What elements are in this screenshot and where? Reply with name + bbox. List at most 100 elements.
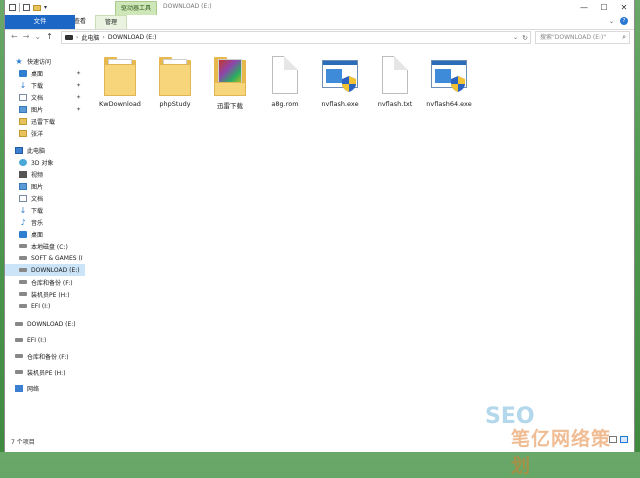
- executable-icon: [320, 54, 360, 98]
- close-button[interactable]: ✕: [614, 0, 634, 14]
- sidebar-item-quick-access[interactable]: ★ 快速访问: [15, 55, 85, 67]
- sidebar-item-this-pc[interactable]: 此电脑: [5, 144, 85, 156]
- breadcrumb-this-pc[interactable]: 此电脑: [81, 33, 99, 42]
- sidebar-item-downloads[interactable]: ↓ 下载 ✦: [5, 79, 85, 91]
- file-item-xunlei[interactable]: 迅雷下载: [203, 54, 257, 110]
- file-item-phpstudy[interactable]: phpStudy: [148, 54, 202, 108]
- sidebar-item-label: 此电脑: [27, 147, 46, 155]
- document-icon: [19, 93, 27, 101]
- sidebar-item-label: 下载: [31, 207, 44, 215]
- back-button[interactable]: ←: [11, 32, 18, 41]
- sidebar-item-documents-pc[interactable]: 文档: [5, 192, 85, 204]
- file-name: a8g.rom: [271, 100, 299, 108]
- refresh-button[interactable]: ↻: [522, 32, 528, 44]
- picture-icon: [19, 182, 27, 190]
- sidebar-item-label: DOWNLOAD (E:): [31, 266, 80, 274]
- drive-icon: [19, 256, 27, 260]
- breadcrumb-download-drive[interactable]: DOWNLOAD (E:): [108, 34, 157, 41]
- sidebar-item-downloads-pc[interactable]: ↓ 下载: [5, 204, 85, 216]
- sidebar-item-pictures[interactable]: 图片 ✦: [5, 103, 85, 115]
- pin-icon[interactable]: ✦: [76, 94, 81, 101]
- sidebar-item-drive-f[interactable]: 仓库和备份 (F:): [5, 276, 85, 288]
- 3d-objects-icon: [19, 158, 27, 166]
- sidebar-item-pictures-pc[interactable]: 图片: [5, 180, 85, 192]
- star-icon: ★: [15, 56, 23, 66]
- pin-icon[interactable]: ✦: [76, 70, 81, 77]
- sidebar-item-drive-h[interactable]: 装机员PE (H:): [5, 288, 85, 300]
- sidebar-item-xunlei-download[interactable]: 迅雷下载: [5, 115, 85, 127]
- file-item-nvflash-exe[interactable]: nvflash.exe: [313, 54, 367, 108]
- sidebar-item-drive-f-root[interactable]: 仓库和备份 (F:): [5, 350, 85, 362]
- minimize-button[interactable]: —: [574, 0, 594, 14]
- up-button[interactable]: ↑: [46, 32, 53, 41]
- sidebar-item-videos[interactable]: 视频: [5, 168, 85, 180]
- help-icon[interactable]: ?: [620, 17, 628, 25]
- drive-icon: [19, 292, 27, 296]
- watermark-logo: SEO 笔亿网络策划: [485, 404, 612, 477]
- sidebar-item-zhangyang[interactable]: 张洋: [5, 127, 85, 139]
- search-icon: ⌕: [622, 33, 626, 41]
- desktop-icon: [19, 69, 27, 77]
- new-folder-icon[interactable]: [33, 4, 41, 11]
- video-icon: [19, 170, 27, 178]
- sidebar-item-label: 音乐: [31, 219, 44, 227]
- drive-icon: [19, 304, 27, 308]
- system-menu-icon[interactable]: [9, 4, 16, 11]
- properties-icon[interactable]: [23, 4, 30, 11]
- download-icon: ↓: [19, 205, 27, 215]
- window-title: DOWNLOAD (E:): [163, 3, 212, 10]
- navigation-buttons: ← → ⌄ ↑: [11, 32, 53, 41]
- search-input[interactable]: 搜索"DOWNLOAD (E:)" ⌕: [535, 31, 630, 44]
- sidebar-item-desktop[interactable]: 桌面 ✦: [5, 67, 85, 79]
- collapse-ribbon-icon[interactable]: ⌄: [609, 18, 614, 25]
- ribbon-tabs: 文件 主页 共享 查看 管理: [5, 15, 634, 30]
- sidebar-item-drive-efi[interactable]: EFI (I:): [5, 300, 85, 312]
- sidebar-item-label: 桌面: [31, 231, 44, 239]
- forward-button[interactable]: →: [23, 32, 30, 41]
- drive-icon: [15, 370, 23, 374]
- explorer-window: ▾ 驱动器工具 DOWNLOAD (E:) — ☐ ✕ 文件 主页 共享 查看 …: [4, 0, 635, 452]
- file-item-nvflash64-exe[interactable]: nvflash64.exe: [422, 54, 476, 108]
- sidebar-item-efi-root[interactable]: EFI (I:): [5, 334, 85, 346]
- sidebar-item-desktop-pc[interactable]: 桌面: [5, 228, 85, 240]
- sidebar-item-soft-games[interactable]: SOFT & GAMES (I: [5, 252, 85, 264]
- desktop-icon: [19, 230, 27, 238]
- sidebar-item-drive-c[interactable]: 本地磁盘 (C:): [5, 240, 85, 252]
- network-icon: [15, 384, 23, 392]
- sidebar-item-music[interactable]: ♪ 音乐: [5, 216, 85, 228]
- drive-icon: [15, 338, 23, 342]
- executable-icon: [429, 54, 469, 98]
- media-folder-icon: [210, 54, 250, 98]
- sidebar-item-drive-h-root[interactable]: 装机员PE (H:): [5, 366, 85, 378]
- tab-file[interactable]: 文件: [5, 15, 75, 29]
- address-dropdown[interactable]: ⌄: [513, 32, 518, 44]
- sidebar-item-label: 本地磁盘 (C:): [31, 243, 68, 251]
- file-item-a8g-rom[interactable]: a8g.rom: [258, 54, 312, 108]
- customize-toolbar-dropdown[interactable]: ▾: [44, 4, 47, 11]
- sidebar-item-3d-objects[interactable]: 3D 对象: [5, 156, 85, 168]
- pin-icon[interactable]: ✦: [76, 106, 81, 113]
- file-item-nvflash-txt[interactable]: nvflash.txt: [368, 54, 422, 108]
- breadcrumb-separator[interactable]: ›: [76, 34, 78, 41]
- toolbar-divider: [19, 3, 20, 12]
- pin-icon[interactable]: ✦: [76, 82, 81, 89]
- sidebar-item-download-drive-root[interactable]: DOWNLOAD (E:): [5, 318, 85, 330]
- sidebar-item-documents[interactable]: 文档 ✦: [5, 91, 85, 103]
- sidebar-item-label: 张洋: [31, 130, 44, 138]
- sidebar-item-label: 文档: [31, 195, 44, 203]
- folder-icon: [100, 54, 140, 98]
- sidebar-item-label: 装机员PE (H:): [31, 291, 70, 299]
- address-bar[interactable]: › 此电脑 › DOWNLOAD (E:) ⌄ ↻: [61, 31, 531, 44]
- maximize-button[interactable]: ☐: [594, 0, 614, 14]
- sidebar-item-label: DOWNLOAD (E:): [27, 320, 76, 328]
- tab-manage[interactable]: 管理: [95, 15, 128, 29]
- breadcrumb-separator[interactable]: ›: [102, 34, 104, 41]
- recent-locations-button[interactable]: ⌄: [34, 32, 41, 41]
- drive-icon: [15, 354, 23, 358]
- sidebar-item-download-drive[interactable]: DOWNLOAD (E:): [5, 264, 85, 276]
- sidebar-item-network[interactable]: 网络: [5, 382, 85, 394]
- file-name: nvflash.exe: [321, 100, 359, 108]
- file-item-kwdownload[interactable]: KwDownload: [93, 54, 147, 108]
- download-icon: ↓: [19, 80, 27, 90]
- drive-icon: [15, 322, 23, 326]
